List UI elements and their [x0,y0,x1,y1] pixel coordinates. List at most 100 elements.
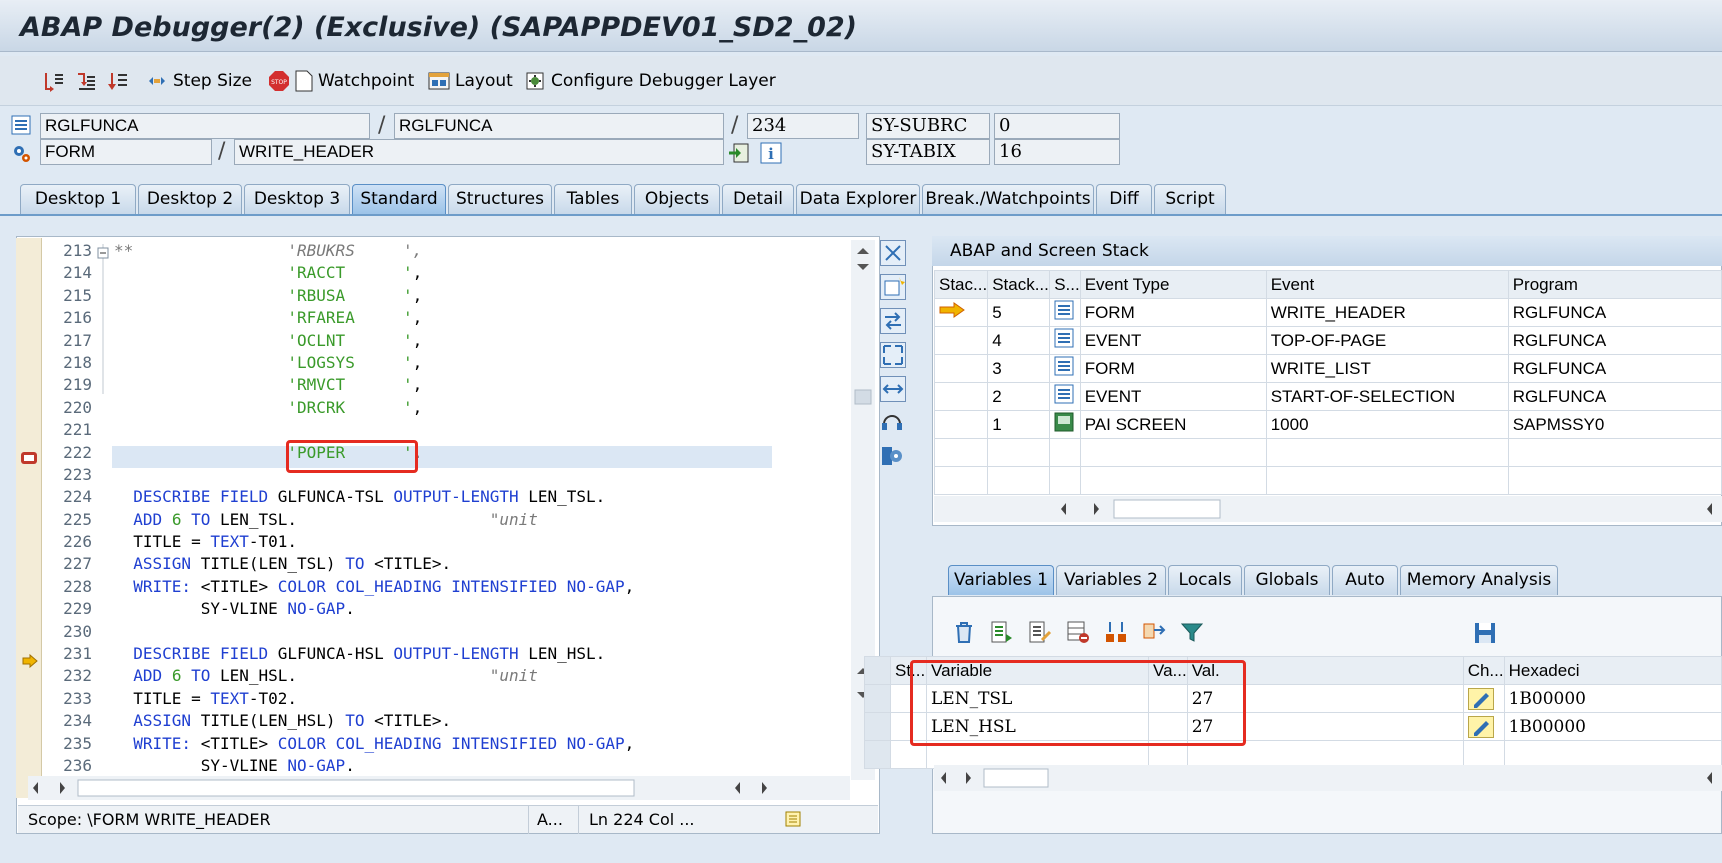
tab-objects[interactable]: Objects [634,184,720,214]
main-program-field[interactable]: RGLFUNCA [40,113,370,139]
return-step-icon[interactable] [106,66,128,96]
breakpoint-icon[interactable] [20,450,38,466]
column-header[interactable]: Event [1265,270,1509,299]
highlight-box-glfunca-tsl [286,440,418,473]
column-header[interactable]: Event Type [1079,270,1267,299]
line-number: 216 [63,308,92,328]
column-header[interactable]: Program [1507,270,1722,299]
edit-row-icon[interactable] [1028,620,1052,644]
tab-data-explorer[interactable]: Data Explorer [796,184,920,214]
event-name-field[interactable]: WRITE_HEADER [234,139,724,165]
sy-subrc-value[interactable]: 0 [994,113,1120,139]
tab-diff[interactable]: Diff [1096,184,1152,214]
tab-tables[interactable]: Tables [554,184,632,214]
variables-horizontal-scrollbar[interactable] [934,765,1722,791]
tab-variables-1[interactable]: Variables 1 [948,565,1054,595]
row-selector[interactable] [864,684,891,713]
delete-icon[interactable] [952,620,976,644]
stack-header-row: Stac... Stack... S... Event Type Event P… [933,270,1722,299]
tab-variables-2[interactable]: Variables 2 [1056,565,1166,595]
tab-locals[interactable]: Locals [1168,565,1242,595]
stop-icon: STOP [269,71,289,91]
layout-button[interactable]: Layout [428,66,513,96]
code-line: WRITE: <TITLE> COLOR COL_HEADING INTENSI… [133,576,635,596]
tab-auto[interactable]: Auto [1332,565,1398,595]
tab-detail[interactable]: Detail [722,184,794,214]
step-size-button[interactable]: Step Size [146,66,252,96]
tab-script[interactable]: Script [1154,184,1226,214]
stack-row[interactable]: 2 EVENT START-OF-SELECTION RGLFUNCA [933,382,1722,411]
tab-desktop-1[interactable]: Desktop 1 [20,184,136,214]
line-number: 231 [63,644,92,664]
maximize-tool-icon[interactable] [880,342,906,368]
code-line: 'RBUSA ', [287,285,423,305]
sy-subrc-label: SY-SUBRC [866,113,990,139]
swap-tool-icon[interactable] [880,308,906,334]
column-header[interactable]: Ch... [1462,656,1505,685]
stack-row[interactable]: 3 FORM WRITE_LIST RGLFUNCA [933,354,1722,383]
variables-tabs: Variables 1 Variables 2 Locals Globals A… [932,565,1722,597]
column-header[interactable]: Hexadeci [1503,656,1722,685]
line-number: 226 [63,532,92,552]
stack-event: WRITE_LIST [1265,354,1509,383]
close-tool-icon[interactable] [880,240,906,266]
code-line: ** 'RBUKRS ', [114,241,423,260]
include-field[interactable]: RGLFUNCA [394,113,724,139]
column-header[interactable]: S... [1049,270,1081,299]
navigate-icon[interactable] [728,142,750,164]
stack-row[interactable]: 4 EVENT TOP-OF-PAGE RGLFUNCA [933,326,1722,355]
insert-row-icon[interactable] [990,620,1014,644]
single-step-icon[interactable] [42,66,64,96]
services-tool-icon[interactable] [880,410,906,436]
line-number: 229 [63,599,92,619]
line-number: 232 [63,666,92,686]
hierarchy-icon[interactable] [1104,620,1128,644]
configure-layer-button[interactable]: Configure Debugger Layer [524,66,776,96]
code-editor[interactable]: ** 'RBUKRS ', 'RACCT ', 'RBUSA ', 'RFARE… [114,240,849,777]
tab-structures[interactable]: Structures [448,184,552,214]
remove-row-icon[interactable] [1066,620,1090,644]
tab-standard[interactable]: Standard [352,184,446,214]
pencil-icon[interactable] [1467,715,1494,738]
stack-horizontal-scrollbar[interactable] [934,496,1722,522]
column-header[interactable]: Stack... [987,270,1051,299]
pencil-icon[interactable] [1467,687,1494,710]
stack-row[interactable]: 1 PAI SCREEN 1000 SAPMSSY0 [933,410,1722,439]
breakpoint-gutter[interactable] [16,238,42,798]
stack-program: RGLFUNCA [1507,382,1722,411]
execute-step-icon[interactable] [74,66,96,96]
line-number: 222 [63,442,92,462]
stack-event: TOP-OF-PAGE [1265,326,1509,355]
tab-breakpoints-watchpoints[interactable]: Break./Watchpoints [922,184,1094,214]
status-bar: Scope: \FORM WRITE_HEADER A... Ln 224 Co… [18,805,878,834]
stack-event: 1000 [1265,410,1509,439]
window-title: ABAP Debugger(2) (Exclusive) (SAPAPPDEV0… [20,12,857,43]
fold-markers [97,244,109,394]
line-number: 234 [63,711,92,731]
tab-memory-analysis[interactable]: Memory Analysis [1400,565,1558,595]
transfer-icon[interactable] [1142,620,1166,644]
event-type-field[interactable]: FORM [40,139,212,165]
column-header[interactable]: Stac... [933,270,989,299]
form-icon [1049,354,1081,383]
row-selector[interactable] [864,712,891,741]
code-horizontal-scrollbar[interactable] [28,776,850,800]
filter-icon[interactable] [1180,620,1204,644]
resize-tool-icon[interactable] [880,376,906,402]
tab-globals[interactable]: Globals [1244,565,1330,595]
tab-desktop-3[interactable]: Desktop 3 [244,184,350,214]
save-icon[interactable] [1474,622,1496,644]
code-line: WRITE: <TITLE> COLOR COL_HEADING INTENSI… [133,733,635,753]
info-icon[interactable]: i [760,142,782,164]
stack-row[interactable]: 5 FORM WRITE_HEADER RGLFUNCA [933,298,1722,327]
new-tool-icon[interactable] [880,274,906,300]
sy-tabix-value[interactable]: 16 [994,139,1120,165]
tab-desktop-2[interactable]: Desktop 2 [138,184,242,214]
stack-event-type: EVENT [1079,382,1267,411]
line-field[interactable]: 234 [747,113,859,139]
settings-tool-icon[interactable] [880,444,906,470]
code-line: SY-VLINE NO-GAP. [114,599,355,619]
notes-icon[interactable] [784,810,802,828]
svg-text:STOP: STOP [271,79,287,86]
watchpoint-button[interactable]: STOP Watchpoint [268,66,414,96]
